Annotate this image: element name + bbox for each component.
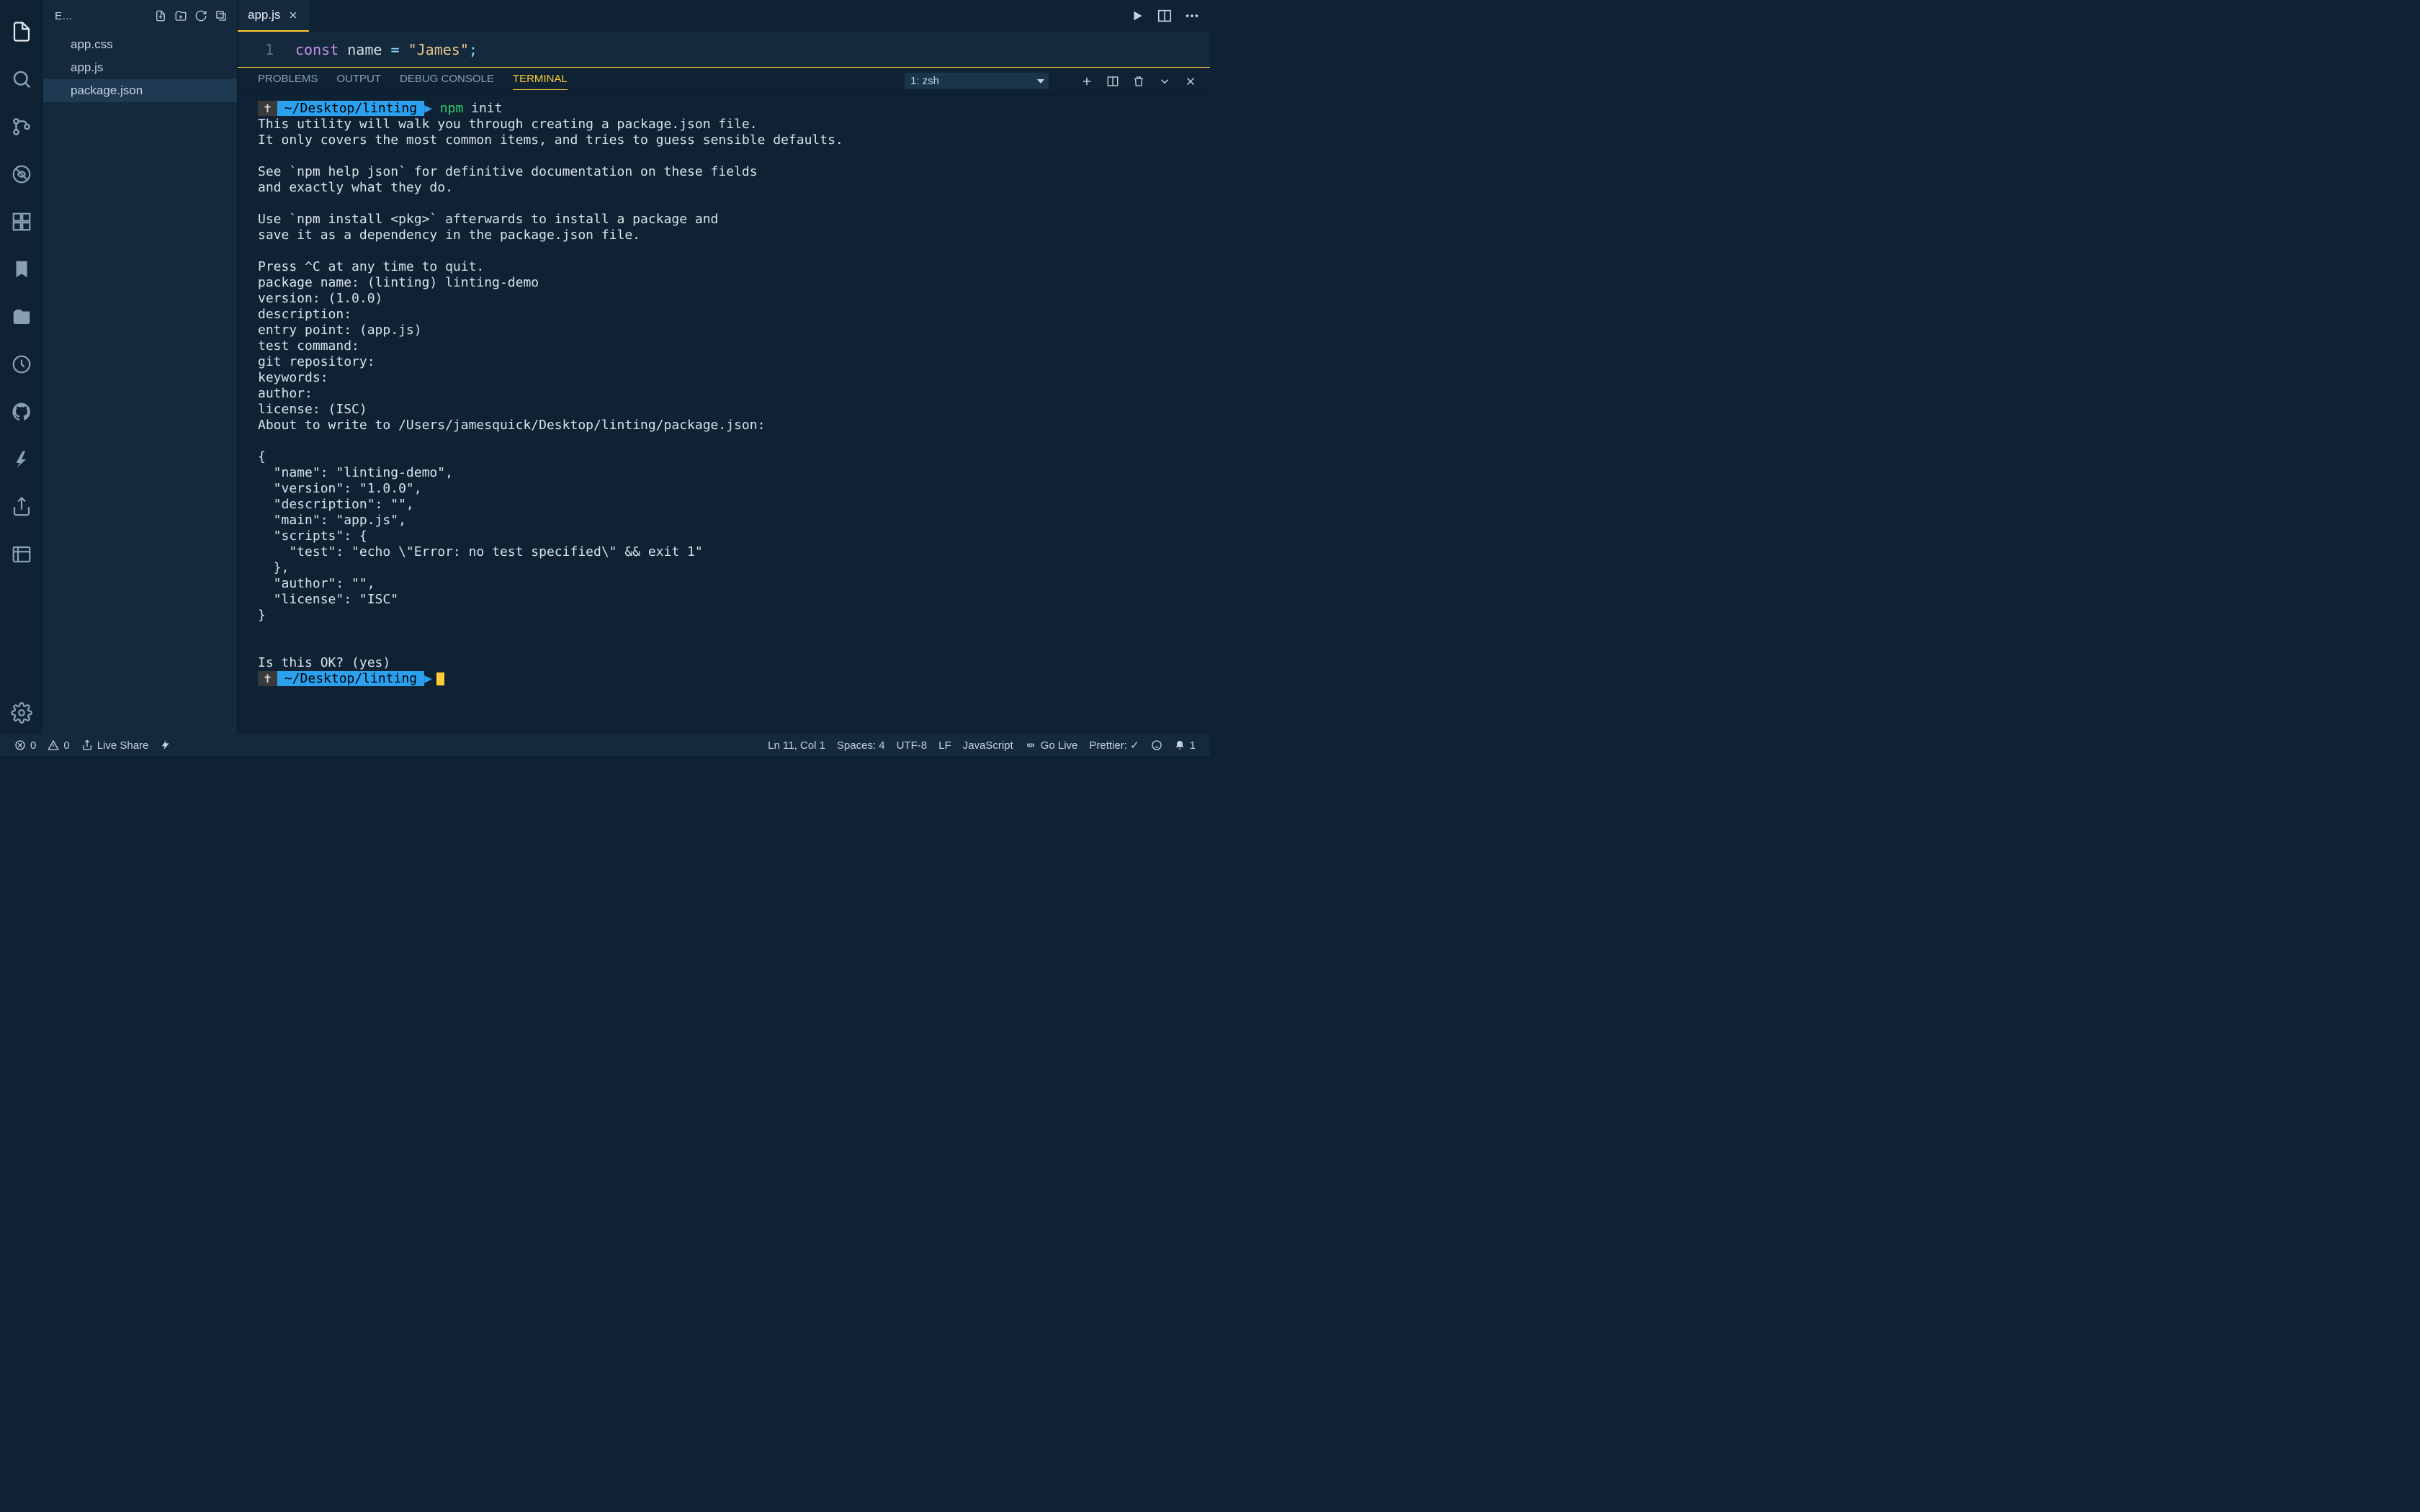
new-terminal-icon[interactable] bbox=[1080, 75, 1093, 88]
file-tree: app.css app.js package.json bbox=[43, 32, 237, 102]
explorer-icon[interactable] bbox=[0, 10, 43, 53]
bookmark-icon[interactable] bbox=[0, 248, 43, 291]
tab-terminal[interactable]: TERMINAL bbox=[513, 73, 568, 90]
status-cursor[interactable]: Ln 11, Col 1 bbox=[762, 739, 831, 752]
kill-terminal-icon[interactable] bbox=[1132, 75, 1145, 88]
file-row[interactable]: package.json bbox=[43, 79, 237, 102]
close-panel-icon[interactable] bbox=[1184, 75, 1197, 88]
status-prettier[interactable]: Prettier: ✓ bbox=[1083, 739, 1144, 752]
tab-debug-console[interactable]: DEBUG CONSOLE bbox=[400, 73, 494, 89]
explorer-title: E… bbox=[55, 10, 152, 22]
tab-problems[interactable]: PROBLEMS bbox=[258, 73, 318, 89]
source-control-icon[interactable] bbox=[0, 105, 43, 148]
status-go-live[interactable]: Go Live bbox=[1019, 739, 1084, 752]
more-icon[interactable] bbox=[1184, 8, 1200, 24]
run-icon[interactable] bbox=[1129, 8, 1145, 24]
chevron-down-icon[interactable] bbox=[1158, 75, 1171, 88]
search-icon[interactable] bbox=[0, 58, 43, 101]
preview-icon[interactable] bbox=[0, 533, 43, 576]
new-file-icon[interactable] bbox=[152, 7, 169, 24]
split-editor-icon[interactable] bbox=[1157, 8, 1173, 24]
line-number: 1 bbox=[238, 41, 295, 58]
tab-label: app.js bbox=[248, 8, 280, 22]
azure-icon[interactable] bbox=[0, 438, 43, 481]
status-language[interactable]: JavaScript bbox=[957, 739, 1019, 752]
bottom-panel: PROBLEMS OUTPUT DEBUG CONSOLE TERMINAL 1… bbox=[238, 68, 1210, 734]
status-errors[interactable]: 0 bbox=[9, 739, 42, 752]
panel-tabs: PROBLEMS OUTPUT DEBUG CONSOLE TERMINAL 1… bbox=[238, 68, 1210, 95]
split-terminal-icon[interactable] bbox=[1106, 75, 1119, 88]
editor-tabs: app.js bbox=[238, 0, 1210, 32]
new-folder-icon[interactable] bbox=[172, 7, 189, 24]
status-feedback[interactable] bbox=[1145, 739, 1168, 751]
extensions-icon[interactable] bbox=[0, 200, 43, 243]
status-warnings[interactable]: 0 bbox=[42, 739, 75, 752]
status-notifications[interactable]: 1 bbox=[1168, 739, 1201, 752]
explorer-sidebar: E… app.css app.js package.json bbox=[43, 0, 238, 734]
file-row[interactable]: app.css bbox=[43, 33, 237, 56]
debug-disabled-icon[interactable] bbox=[0, 153, 43, 196]
status-indentation[interactable]: Spaces: 4 bbox=[831, 739, 891, 752]
share-icon[interactable] bbox=[0, 485, 43, 528]
github-icon[interactable] bbox=[0, 390, 43, 433]
gear-icon[interactable] bbox=[0, 691, 43, 734]
terminal-selector[interactable]: 1: zsh bbox=[905, 73, 1049, 89]
terminal-output[interactable]: ✝~/Desktop/linting▶ npm init This utilit… bbox=[238, 95, 1210, 734]
terminal-body: This utility will walk you through creat… bbox=[258, 117, 843, 670]
refresh-icon[interactable] bbox=[192, 7, 210, 24]
status-bar: 0 0 Live Share Ln 11, Col 1 Spaces: 4 UT… bbox=[0, 734, 1210, 756]
explorer-header: E… bbox=[43, 0, 237, 32]
tab-output[interactable]: OUTPUT bbox=[336, 73, 381, 89]
status-quick-action[interactable] bbox=[154, 739, 177, 751]
terminal-cursor bbox=[436, 672, 444, 685]
close-icon[interactable] bbox=[287, 9, 299, 21]
activity-bar bbox=[0, 0, 43, 734]
tab-app-js[interactable]: app.js bbox=[238, 0, 309, 32]
status-live-share[interactable]: Live Share bbox=[76, 739, 155, 752]
project-icon[interactable] bbox=[0, 295, 43, 338]
code-editor[interactable]: 1 const name = "James"; bbox=[238, 32, 1210, 68]
file-row[interactable]: app.js bbox=[43, 56, 237, 79]
status-eol[interactable]: LF bbox=[933, 739, 957, 752]
status-encoding[interactable]: UTF-8 bbox=[891, 739, 933, 752]
gitlens-icon[interactable] bbox=[0, 343, 43, 386]
collapse-all-icon[interactable] bbox=[212, 7, 230, 24]
